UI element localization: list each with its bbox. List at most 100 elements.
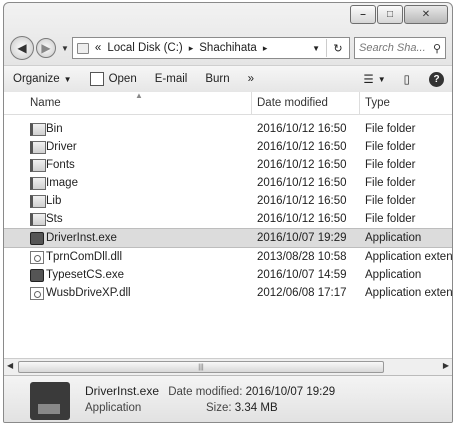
address-bar[interactable]: « Local Disk (C:) ▸ Shachihata ▸ ▼ ↻ xyxy=(71,37,350,59)
file-name: Sts xyxy=(46,213,63,225)
column-divider[interactable] xyxy=(359,92,360,114)
file-date: 2016/10/12 16:50 xyxy=(257,141,347,153)
table-row[interactable]: WusbDriveXP.dll 2012/06/08 17:17 Applica… xyxy=(4,284,452,302)
table-row[interactable]: Lib 2016/10/12 16:50 File folder xyxy=(4,192,452,210)
burn-button[interactable]: Burn xyxy=(196,73,238,85)
application-icon xyxy=(30,269,44,282)
details-filename: DriverInst.exe xyxy=(85,384,160,398)
recent-pages-dropdown-icon[interactable]: ▼ xyxy=(61,44,69,53)
folder-icon xyxy=(30,141,46,154)
table-row[interactable]: TypesetCS.exe 2016/10/07 14:59 Applicati… xyxy=(4,266,452,284)
scroll-right-icon[interactable]: ▶ xyxy=(443,361,449,370)
address-dropdown-icon[interactable]: ▼ xyxy=(306,44,326,53)
table-row[interactable]: Fonts 2016/10/12 16:50 File folder xyxy=(4,156,452,174)
navigation-bar: ◀ ▶ ▼ « Local Disk (C:) ▸ Shachihata ▸ ▼… xyxy=(10,35,446,61)
column-header-date[interactable]: Date modified xyxy=(257,97,328,109)
file-list: ▲ Name Date modified Type Bin 2016/10/12… xyxy=(4,91,452,360)
table-row[interactable]: Image 2016/10/12 16:50 File folder xyxy=(4,174,452,192)
details-date-value: 2016/10/07 19:29 xyxy=(245,386,336,398)
folder-icon xyxy=(30,213,46,226)
file-type: File folder xyxy=(365,195,416,207)
file-name: DriverInst.exe xyxy=(46,232,117,244)
folder-icon xyxy=(30,195,46,208)
table-row[interactable]: Driver 2016/10/12 16:50 File folder xyxy=(4,138,452,156)
email-button[interactable]: E-mail xyxy=(146,73,197,85)
chevron-down-icon: ▼ xyxy=(63,74,72,84)
help-icon[interactable]: ? xyxy=(429,71,444,87)
file-type: File folder xyxy=(365,141,416,153)
file-type: File folder xyxy=(365,177,416,189)
breadcrumb-separator-icon[interactable]: ▸ xyxy=(189,43,194,54)
details-date-label: Date modified: xyxy=(168,386,243,398)
column-header-type[interactable]: Type xyxy=(365,97,390,109)
forward-button[interactable]: ▶ xyxy=(36,38,56,58)
maximize-button[interactable]: □ xyxy=(377,5,403,24)
file-date: 2016/10/12 16:50 xyxy=(257,195,347,207)
file-name: Driver xyxy=(46,141,77,153)
file-type: Application extens... xyxy=(365,287,453,299)
column-headers: ▲ Name Date modified Type xyxy=(4,91,452,115)
file-type: File folder xyxy=(365,159,416,171)
explorer-window: – □ ✕ ◀ ▶ ▼ « Local Disk (C:) ▸ Shachiha… xyxy=(3,2,453,423)
table-row[interactable]: Sts 2016/10/12 16:50 File folder xyxy=(4,210,452,228)
search-input[interactable]: Search Sha... ⚲ xyxy=(354,37,446,59)
caption-buttons: – □ ✕ xyxy=(349,5,448,25)
file-name: Bin xyxy=(46,123,63,135)
burn-label: Burn xyxy=(205,73,230,85)
file-type: Application xyxy=(365,269,422,281)
open-button[interactable]: Open xyxy=(81,72,146,86)
details-size-label: Size: xyxy=(206,402,232,414)
breadcrumb-overflow[interactable]: « xyxy=(95,42,101,54)
table-row-selected[interactable]: DriverInst.exe 2016/10/07 19:29 Applicat… xyxy=(4,228,452,248)
dll-icon xyxy=(30,287,44,300)
folder-icon xyxy=(76,42,89,54)
file-name: WusbDriveXP.dll xyxy=(46,287,131,299)
file-date: 2016/10/12 16:50 xyxy=(257,159,347,171)
table-row[interactable]: TprnComDll.dll 2013/08/28 10:58 Applicat… xyxy=(4,248,452,266)
back-button[interactable]: ◀ xyxy=(10,36,34,60)
view-options-icon[interactable]: ☰ ▼ xyxy=(354,72,394,86)
file-type: File folder xyxy=(365,213,416,225)
more-label: » xyxy=(247,73,255,85)
refresh-icon[interactable]: ↻ xyxy=(326,39,349,57)
search-placeholder: Search Sha... xyxy=(359,42,426,54)
application-icon xyxy=(89,72,104,86)
folder-icon xyxy=(30,177,46,190)
column-divider[interactable] xyxy=(251,92,252,114)
file-name: Fonts xyxy=(46,159,75,171)
preview-pane-icon[interactable]: ▯ xyxy=(395,72,419,86)
application-large-icon xyxy=(30,382,70,420)
organize-button[interactable]: Organize ▼ xyxy=(4,73,81,85)
open-label: Open xyxy=(108,73,137,85)
breadcrumb-local-disk[interactable]: Local Disk (C:) xyxy=(107,42,182,54)
file-date: 2016/10/12 16:50 xyxy=(257,177,347,189)
file-name: Lib xyxy=(46,195,62,207)
search-icon[interactable]: ⚲ xyxy=(433,42,441,55)
scroll-left-icon[interactable]: ◀ xyxy=(7,361,13,370)
more-commands-button[interactable]: » xyxy=(239,73,263,85)
email-label: E-mail xyxy=(154,73,188,85)
file-date: 2012/06/08 17:17 xyxy=(257,287,347,299)
organize-label: Organize xyxy=(13,73,60,85)
scrollbar-thumb[interactable]: ||| xyxy=(18,361,384,373)
file-name: Image xyxy=(46,177,78,189)
file-date: 2016/10/12 16:50 xyxy=(257,123,347,135)
details-pane: DriverInst.exe Date modified: 2016/10/07… xyxy=(4,375,452,422)
close-button[interactable]: ✕ xyxy=(404,5,448,24)
breadcrumb-separator-icon[interactable]: ▸ xyxy=(263,43,268,54)
minimize-button[interactable]: – xyxy=(350,5,376,24)
command-bar: Organize ▼ Open E-mail Burn » ☰ ▼ ▯ ? xyxy=(4,65,452,93)
file-name: TypesetCS.exe xyxy=(46,269,124,281)
file-date: 2016/10/07 19:29 xyxy=(257,232,347,244)
dll-icon xyxy=(30,251,44,264)
file-date: 2016/10/07 14:59 xyxy=(257,269,347,281)
table-row[interactable]: Bin 2016/10/12 16:50 File folder xyxy=(4,120,452,138)
file-date: 2016/10/12 16:50 xyxy=(257,213,347,225)
horizontal-scrollbar[interactable]: ◀ ||| ▶ xyxy=(4,358,452,375)
column-header-name[interactable]: Name xyxy=(30,97,61,109)
file-date: 2013/08/28 10:58 xyxy=(257,251,347,263)
breadcrumb-shachihata[interactable]: Shachihata xyxy=(199,42,257,54)
folder-icon xyxy=(30,123,46,136)
sort-indicator-icon: ▲ xyxy=(135,91,143,100)
application-icon xyxy=(30,232,44,245)
